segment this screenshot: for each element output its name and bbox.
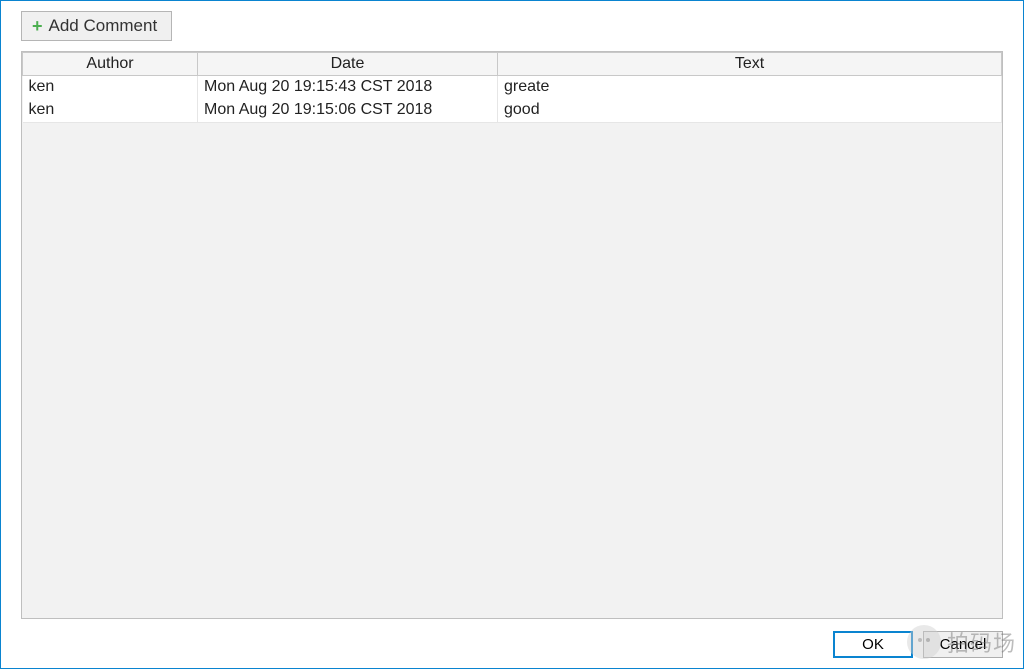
plus-icon: + bbox=[32, 17, 43, 35]
ok-button[interactable]: OK bbox=[833, 631, 913, 658]
add-comment-label: Add Comment bbox=[49, 16, 158, 36]
col-header-text[interactable]: Text bbox=[498, 53, 1002, 76]
cell-text: greate bbox=[498, 76, 1002, 99]
add-comment-button[interactable]: + Add Comment bbox=[21, 11, 172, 41]
col-header-author[interactable]: Author bbox=[23, 53, 198, 76]
cancel-button[interactable]: Cancel bbox=[923, 631, 1003, 658]
cell-author: ken bbox=[23, 76, 198, 99]
dialog-footer: OK Cancel bbox=[11, 619, 1013, 658]
table-row[interactable]: ken Mon Aug 20 19:15:43 CST 2018 greate bbox=[23, 76, 1002, 99]
cell-date: Mon Aug 20 19:15:43 CST 2018 bbox=[198, 76, 498, 99]
table-empty-area bbox=[22, 123, 1002, 618]
col-header-date[interactable]: Date bbox=[198, 53, 498, 76]
table-row[interactable]: ken Mon Aug 20 19:15:06 CST 2018 good bbox=[23, 99, 1002, 122]
comments-table-container: Author Date Text ken Mon Aug 20 19:15:43… bbox=[21, 51, 1003, 619]
toolbar: + Add Comment bbox=[11, 7, 1013, 51]
comments-table[interactable]: Author Date Text ken Mon Aug 20 19:15:43… bbox=[22, 52, 1002, 123]
comments-dialog: + Add Comment Author Date Text ken Mon A… bbox=[0, 0, 1024, 669]
cell-author: ken bbox=[23, 99, 198, 122]
cell-date: Mon Aug 20 19:15:06 CST 2018 bbox=[198, 99, 498, 122]
cell-text: good bbox=[498, 99, 1002, 122]
